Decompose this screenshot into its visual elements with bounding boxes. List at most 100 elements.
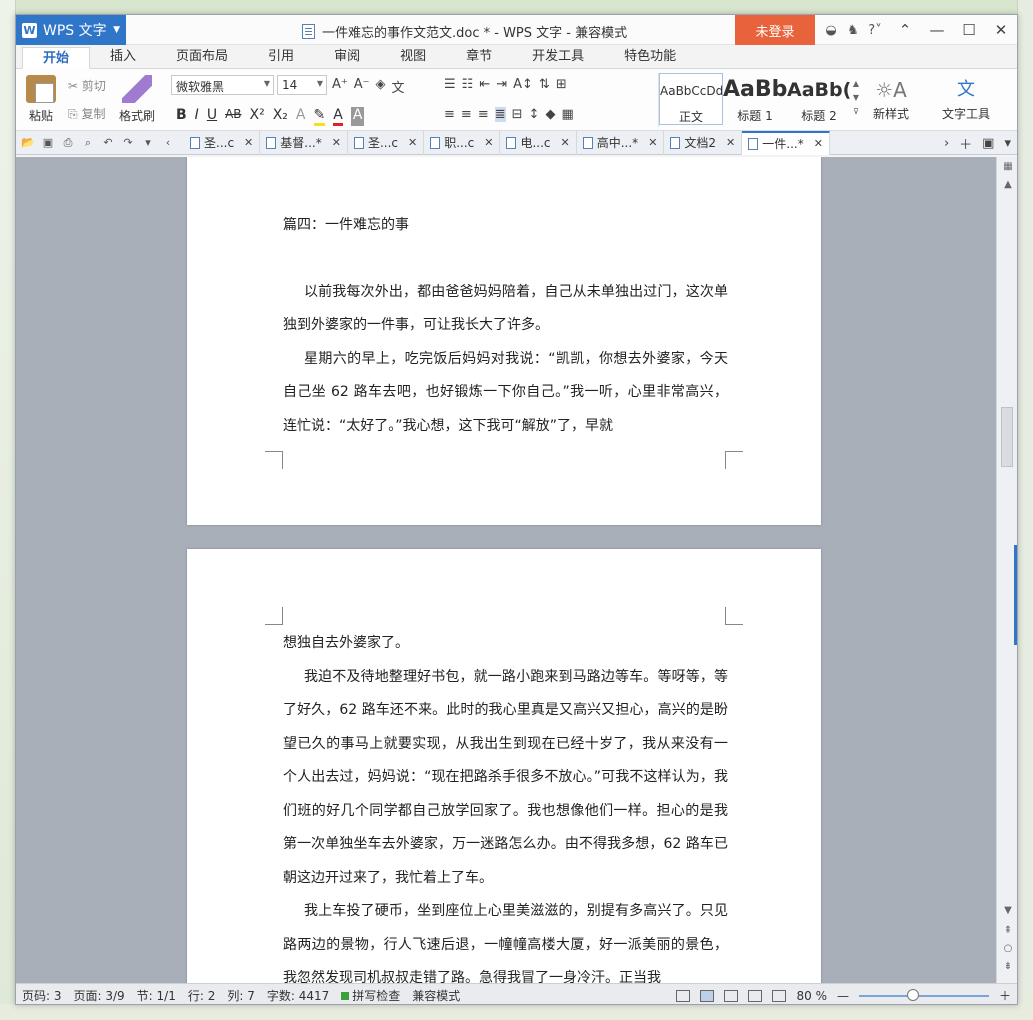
doc-tab[interactable]: 电...c ✕	[500, 130, 577, 155]
tab-home[interactable]: 开始	[22, 47, 91, 69]
tabs-left-icon[interactable]: ‹	[160, 136, 176, 150]
new-style-button[interactable]: ☼A 新样式	[864, 75, 918, 122]
minimize-button[interactable]: —	[921, 15, 953, 45]
status-word-count[interactable]: 字数: 4417	[261, 987, 335, 1004]
style-heading-1[interactable]: AaBb 标题 1	[723, 73, 787, 125]
clear-format-icon[interactable]: ◈	[376, 77, 386, 96]
save-icon[interactable]: ▣	[40, 136, 56, 150]
print-icon[interactable]: ⎙	[60, 136, 76, 150]
customize-icon[interactable]: ▾	[140, 136, 156, 150]
print-preview-icon[interactable]: ⌕	[80, 136, 96, 150]
italic-icon[interactable]: I	[195, 107, 199, 126]
collapse-ribbon-icon[interactable]: ⌃	[889, 15, 921, 45]
sort-icon[interactable]: ⇅	[539, 77, 550, 92]
page[interactable]: 篇四：一件难忘的事 以前我每次外出，都由爸爸妈妈陪着，自己从未单独出过门，这次单…	[187, 157, 821, 525]
align-left-icon[interactable]: ≡	[444, 107, 455, 122]
close-button[interactable]: ✕	[985, 15, 1017, 45]
bold-icon[interactable]: B	[176, 107, 187, 126]
scroll-thumb[interactable]	[1001, 407, 1013, 467]
close-icon[interactable]: ✕	[244, 136, 253, 149]
page[interactable]: 想独自去外婆家了。 我迫不及待地整理好书包，就一路小跑来到马路边等车。等呀等，等…	[187, 549, 821, 983]
close-icon[interactable]: ✕	[726, 136, 735, 149]
format-painter-button[interactable]: 格式刷	[116, 75, 158, 124]
text-direction-icon[interactable]: A↕	[513, 77, 533, 92]
reading-view-icon[interactable]	[772, 989, 787, 1002]
open-icon[interactable]: 📂	[20, 136, 36, 150]
tab-menu-icon[interactable]: ▾	[1004, 136, 1011, 151]
align-center-icon[interactable]: ≡	[461, 107, 472, 122]
undo-icon[interactable]: ↶	[100, 136, 116, 150]
increase-indent-icon[interactable]: ⇥	[496, 77, 507, 92]
outline-view-icon[interactable]	[724, 989, 739, 1002]
shirt-icon[interactable]: ♞	[842, 23, 864, 38]
font-color-icon[interactable]: A	[333, 107, 343, 126]
tab-page-layout[interactable]: 页面布局	[156, 46, 248, 68]
highlight-icon[interactable]: ✎	[313, 107, 326, 126]
grow-font-icon[interactable]: A⁺	[332, 77, 348, 96]
font-size-select[interactable]: 14 ▼	[277, 75, 327, 95]
web-view-icon[interactable]	[748, 989, 763, 1002]
distributed-icon[interactable]: ⊟	[512, 107, 523, 122]
tab-references[interactable]: 引用	[248, 46, 314, 68]
split-view-icon[interactable]: ▦	[1001, 161, 1015, 172]
paste-button[interactable]: 粘贴	[24, 75, 58, 124]
text-tools-button[interactable]: 文 文字工具	[931, 75, 1001, 122]
tab-features[interactable]: 特色功能	[604, 46, 696, 68]
maximize-button[interactable]: ☐	[953, 15, 985, 45]
select-browse-icon[interactable]: ○	[1001, 943, 1015, 954]
close-icon[interactable]: ✕	[648, 136, 657, 149]
redo-icon[interactable]: ↷	[120, 136, 136, 150]
strikethrough-icon[interactable]: AB	[225, 107, 241, 126]
tab-list-icon[interactable]: ▣	[982, 136, 994, 151]
style-normal[interactable]: AaBbCcDd 正文	[659, 73, 723, 125]
char-shading-icon[interactable]: A	[350, 107, 365, 126]
zoom-out-icon[interactable]: —	[837, 989, 849, 1003]
line-spacing-icon[interactable]: ↕	[529, 107, 540, 122]
tab-view[interactable]: 视图	[380, 46, 446, 68]
borders-icon[interactable]: ▦	[561, 107, 573, 122]
subscript-icon[interactable]: X₂	[273, 107, 288, 126]
close-icon[interactable]: ✕	[408, 136, 417, 149]
tab-chapter[interactable]: 章节	[446, 46, 512, 68]
close-icon[interactable]: ✕	[814, 137, 823, 150]
close-icon[interactable]: ✕	[484, 136, 493, 149]
doc-tab[interactable]: 职...c ✕	[424, 130, 501, 155]
underline-icon[interactable]: U	[207, 107, 217, 126]
tabs-right-icon[interactable]: ›	[944, 136, 949, 151]
align-right-icon[interactable]: ≡	[478, 107, 489, 122]
next-page-icon[interactable]: ⇟	[1001, 961, 1015, 972]
document-canvas[interactable]: 篇四：一件难忘的事 以前我每次外出，都由爸爸妈妈陪着，自己从未单独出过门，这次单…	[16, 157, 996, 983]
full-screen-icon[interactable]	[676, 989, 691, 1002]
decrease-indent-icon[interactable]: ⇤	[479, 77, 490, 92]
spell-check-toggle[interactable]: 拼写检查	[335, 987, 406, 1004]
phonetic-icon[interactable]: 文	[392, 77, 405, 96]
new-tab-icon[interactable]: ＋	[959, 134, 972, 153]
shading-icon[interactable]: ◆	[545, 107, 555, 122]
doc-tab[interactable]: 圣...c ✕	[348, 130, 425, 155]
skin-icon[interactable]: ◒	[820, 23, 842, 38]
scroll-up-icon[interactable]: ▲	[1001, 179, 1015, 190]
scroll-down-icon[interactable]: ▼	[1001, 905, 1015, 916]
zoom-slider[interactable]	[858, 988, 989, 1001]
table-icon[interactable]: ⊞	[556, 77, 567, 92]
tab-developer[interactable]: 开发工具	[512, 46, 604, 68]
bullets-icon[interactable]: ☰	[444, 77, 456, 92]
prev-page-icon[interactable]: ⇞	[1001, 925, 1015, 936]
numbering-icon[interactable]: ☷	[462, 77, 474, 92]
doc-tab[interactable]: 文档2 ✕	[664, 130, 743, 155]
shrink-font-icon[interactable]: A⁻	[354, 77, 370, 96]
zoom-in-icon[interactable]: ＋	[999, 987, 1011, 1004]
help-icon[interactable]: ?˅	[864, 23, 886, 38]
doc-tab-active[interactable]: 一件...* ✕	[742, 130, 830, 155]
text-effect-icon[interactable]: A	[296, 107, 306, 126]
doc-tab[interactable]: 高中...* ✕	[577, 130, 665, 155]
login-button[interactable]: 未登录	[735, 15, 815, 45]
close-icon[interactable]: ✕	[561, 136, 570, 149]
close-icon[interactable]: ✕	[332, 136, 341, 149]
font-name-select[interactable]: 微软雅黑 ▼	[171, 75, 274, 95]
zoom-level[interactable]: 80 %	[796, 989, 827, 1003]
tab-review[interactable]: 审阅	[314, 46, 380, 68]
style-heading-2[interactable]: AaBb( 标题 2	[787, 73, 851, 125]
copy-button[interactable]: ⎘ 复制	[68, 105, 105, 122]
side-panel-handle[interactable]	[1014, 545, 1017, 645]
